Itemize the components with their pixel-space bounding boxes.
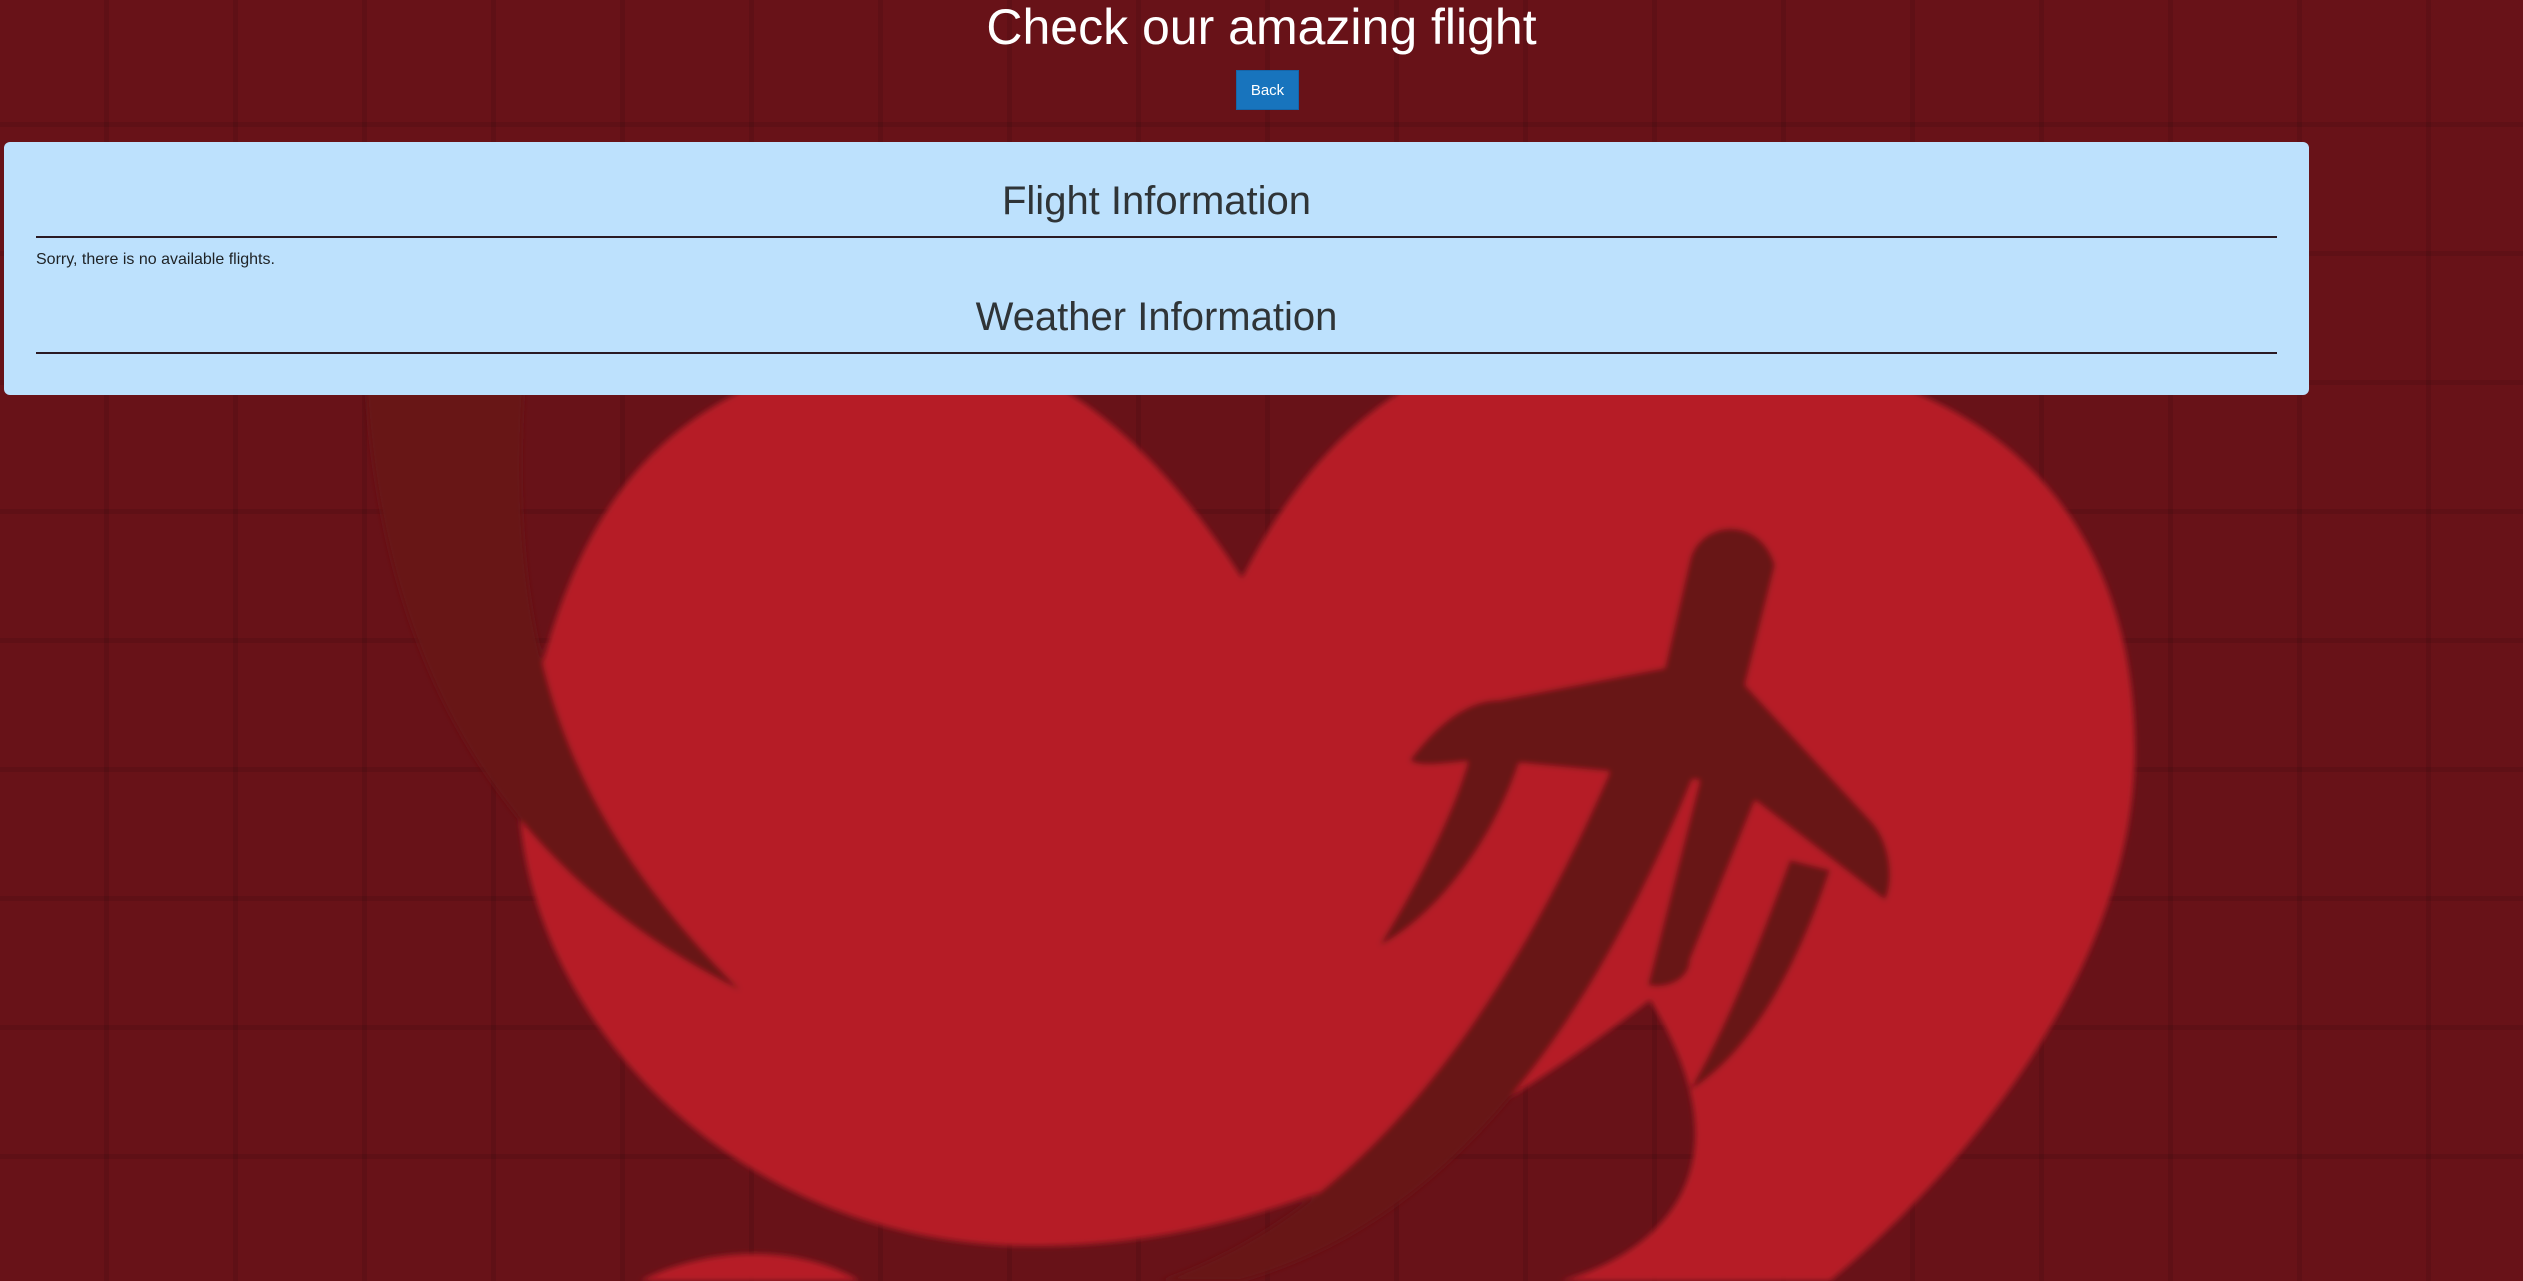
page-title: Check our amazing flight bbox=[986, 0, 1537, 55]
flight-info-heading: Flight Information bbox=[1001, 179, 1312, 223]
info-panel: Flight Information Sorry, there is no av… bbox=[4, 142, 2309, 395]
back-button[interactable]: Back bbox=[1236, 70, 1299, 110]
weather-info-heading: Weather Information bbox=[975, 295, 1338, 339]
flight-info-divider bbox=[36, 236, 2277, 238]
flight-status-message: Sorry, there is no available flights. bbox=[36, 251, 275, 268]
weather-info-divider bbox=[36, 352, 2277, 354]
